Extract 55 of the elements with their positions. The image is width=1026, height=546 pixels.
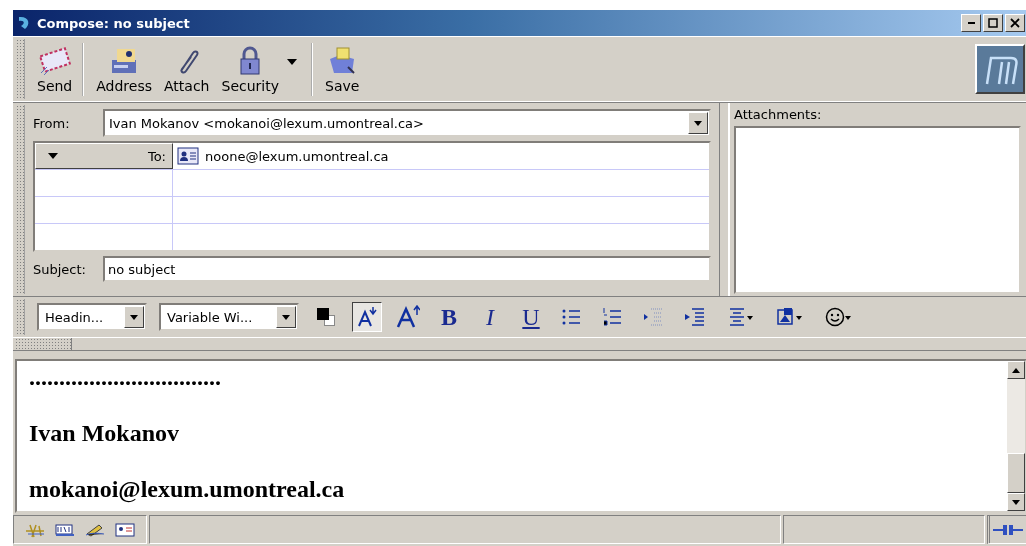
contact-card-icon — [177, 147, 199, 165]
scroll-up-button[interactable] — [1007, 361, 1025, 379]
address-button[interactable]: Address — [90, 42, 159, 96]
smiley-icon — [824, 305, 852, 329]
vertical-scrollbar[interactable] — [1007, 361, 1025, 511]
window-title: Compose: no subject — [37, 15, 191, 31]
pane-splitter[interactable] — [719, 103, 730, 296]
recipient-address[interactable]: noone@lexum.umontreal.ca — [205, 148, 389, 164]
maximize-button[interactable] — [983, 14, 1003, 32]
body-text: mokanoi@lexum.umontreal.ca — [29, 475, 346, 504]
italic-button[interactable]: I — [475, 302, 505, 332]
save-button[interactable]: Save — [319, 42, 366, 96]
body-text: ................................ — [29, 363, 222, 392]
close-button[interactable] — [1005, 14, 1025, 32]
caret-icon — [48, 153, 58, 159]
toolbar-grip[interactable] — [16, 299, 25, 335]
from-label: From: — [33, 115, 71, 131]
body-text: Ivan Mokanov — [29, 419, 181, 448]
connection-plug-icon — [993, 522, 1023, 537]
caret-icon — [694, 120, 702, 126]
caret-icon — [287, 59, 297, 65]
send-button[interactable]: Send — [31, 42, 85, 96]
contact-card-icon — [114, 520, 136, 539]
toolbar-grip[interactable] — [15, 338, 72, 350]
attach-button[interactable]: Attach — [158, 42, 216, 96]
smaller-text-button[interactable] — [352, 302, 382, 332]
scroll-thumb[interactable] — [1007, 453, 1025, 493]
text-larger-icon — [396, 305, 420, 329]
recipient-type-dropdown[interactable]: To: — [35, 143, 173, 169]
minimize-button[interactable] — [961, 14, 981, 32]
toolbar-grip[interactable] — [16, 39, 25, 99]
underline-button[interactable]: U — [516, 302, 546, 332]
toolbar-grip[interactable] — [16, 105, 25, 294]
caret-icon — [130, 314, 138, 320]
security-button[interactable]: Security — [215, 42, 313, 96]
logo-icon — [977, 46, 1023, 92]
close-icon — [1010, 18, 1020, 28]
minimize-icon — [967, 22, 975, 24]
scroll-down-button[interactable] — [1007, 493, 1025, 511]
caret-icon — [282, 314, 290, 320]
bold-button[interactable]: B — [434, 302, 464, 332]
card-status-button[interactable] — [114, 520, 136, 539]
up-arrow-icon — [1012, 367, 1020, 373]
paragraph-style-dropdown[interactable]: Headin... — [37, 303, 147, 331]
subject-field[interactable]: no subject — [103, 256, 711, 282]
down-arrow-icon — [1012, 499, 1020, 505]
attachments-label: Attachments: — [734, 107, 823, 122]
text-smaller-icon — [355, 305, 379, 329]
maximize-icon — [988, 18, 998, 28]
subject-label: Subject: — [33, 261, 87, 277]
color-swatch-icon — [317, 308, 335, 326]
from-dropdown[interactable]: Ivan Mokanov <mokanoi@lexum.umontreal.ca> — [103, 109, 711, 137]
font-dropdown[interactable]: Variable Wi... — [159, 303, 299, 331]
message-body[interactable]: ................................ Ivan Mokanov mokanoi@lexum.umontreal.ca — [17, 361, 1007, 511]
indent-icon — [683, 305, 707, 329]
